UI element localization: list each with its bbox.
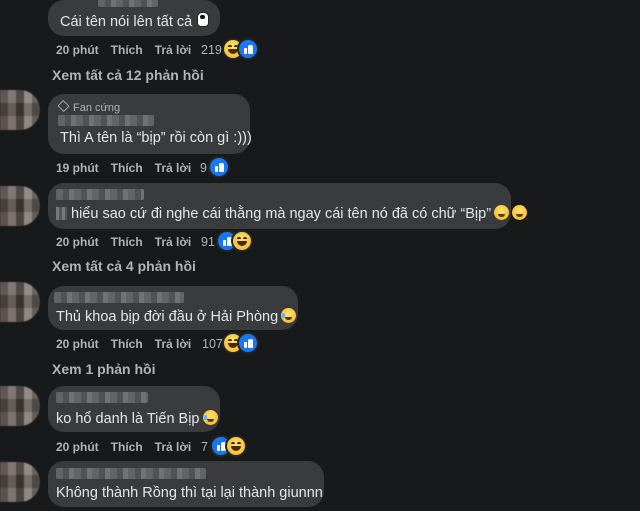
comment-text: Không thành Rồng thì tại lại thành giunn… <box>56 485 323 501</box>
like-icon <box>208 156 230 178</box>
reply-link[interactable]: Trả lời <box>155 235 192 249</box>
view-replies-link[interactable]: Xem tất cả 4 phản hồi <box>52 258 196 274</box>
avatar[interactable] <box>0 462 40 502</box>
comment-text: hiểu sao cứ đi nghe cái thằng mà ngay cá… <box>56 205 528 222</box>
like-link[interactable]: Thích <box>111 440 143 454</box>
rofl-emoji-icon <box>281 308 297 323</box>
reaction-count[interactable]: 107 <box>202 337 223 351</box>
haha-icon <box>231 230 253 252</box>
time-link[interactable]: 19 phút <box>56 161 99 175</box>
reaction-count[interactable]: 7 <box>201 440 208 454</box>
comment-text: Thủ khoa bịp đời đầu ở Hải Phòng <box>56 308 297 325</box>
time-link[interactable]: 20 phút <box>56 440 99 454</box>
like-link[interactable]: Thích <box>111 337 143 351</box>
avatar[interactable] <box>0 282 40 322</box>
reaction-count[interactable]: 219 <box>201 43 222 57</box>
time-link[interactable]: 20 phút <box>56 43 99 57</box>
avatar[interactable] <box>0 386 40 426</box>
author-name-blurred[interactable] <box>56 189 144 200</box>
reaction-count[interactable]: 9 <box>200 161 207 175</box>
grin-emoji-icon <box>512 205 528 220</box>
diamond-icon <box>57 100 70 112</box>
comment-actions: 20 phút Thích Trả lời <box>56 235 203 249</box>
reply-link[interactable]: Trả lời <box>155 337 192 351</box>
time-link[interactable]: 20 phút <box>56 235 99 249</box>
comment-text: Thì A tên là “bịp” rồi còn gì :))) <box>60 130 252 146</box>
haha-icon <box>225 435 247 457</box>
like-link[interactable]: Thích <box>111 161 143 175</box>
time-link[interactable]: 20 phút <box>56 337 99 351</box>
comment-bubble: Fan cứng Thì A tên là “bịp” rồi còn gì :… <box>48 94 252 154</box>
comment-actions: 19 phút Thích Trả lời <box>56 161 203 175</box>
comment-bubble: Thủ khoa bịp đời đầu ở Hải Phòng <box>48 286 298 330</box>
author-name-blurred[interactable] <box>56 468 206 479</box>
comment-actions: 20 phút Thích Trả lời <box>56 440 203 454</box>
comment-bubble: ko hổ danh là Tiến Bịp <box>48 386 220 432</box>
like-icon <box>237 38 259 60</box>
view-replies-link[interactable]: Xem tất cả 12 phản hồi <box>52 67 204 83</box>
comment-text: Cái tên nói lên tất cả <box>60 12 210 30</box>
avatar[interactable] <box>0 90 40 130</box>
comment-actions: 20 phút Thích Trả lời <box>56 43 203 57</box>
author-name-blurred[interactable] <box>58 115 154 126</box>
crying-laugh-emoji-icon <box>202 410 218 425</box>
author-name-blurred[interactable] <box>54 292 184 303</box>
view-replies-link[interactable]: Xem 1 phản hồi <box>52 361 155 377</box>
like-link[interactable]: Thích <box>111 235 143 249</box>
like-icon <box>237 332 259 354</box>
reply-link[interactable]: Trả lời <box>155 161 192 175</box>
blurred-text <box>56 207 67 220</box>
author-name-blurred[interactable] <box>98 0 158 7</box>
reply-link[interactable]: Trả lời <box>155 43 192 57</box>
reply-link[interactable]: Trả lời <box>155 440 192 454</box>
reaction-count[interactable]: 91 <box>201 235 215 249</box>
fan-badge: Fan cứng <box>57 100 120 114</box>
comment-text: ko hổ danh là Tiến Bịp <box>56 410 218 427</box>
avatar[interactable] <box>0 186 40 226</box>
grin-emoji-icon <box>494 205 510 220</box>
comment-bubble: Cái tên nói lên tất cả <box>48 0 220 36</box>
author-name-blurred[interactable] <box>56 392 148 403</box>
comment-bubble: hiểu sao cứ đi nghe cái thằng mà ngay cá… <box>48 183 528 229</box>
like-link[interactable]: Thích <box>111 43 143 57</box>
comment-actions: 20 phút Thích Trả lời <box>56 337 203 351</box>
comment-bubble: Không thành Rồng thì tại lại thành giunn… <box>48 461 324 507</box>
penguin-emoji-icon <box>197 12 210 27</box>
